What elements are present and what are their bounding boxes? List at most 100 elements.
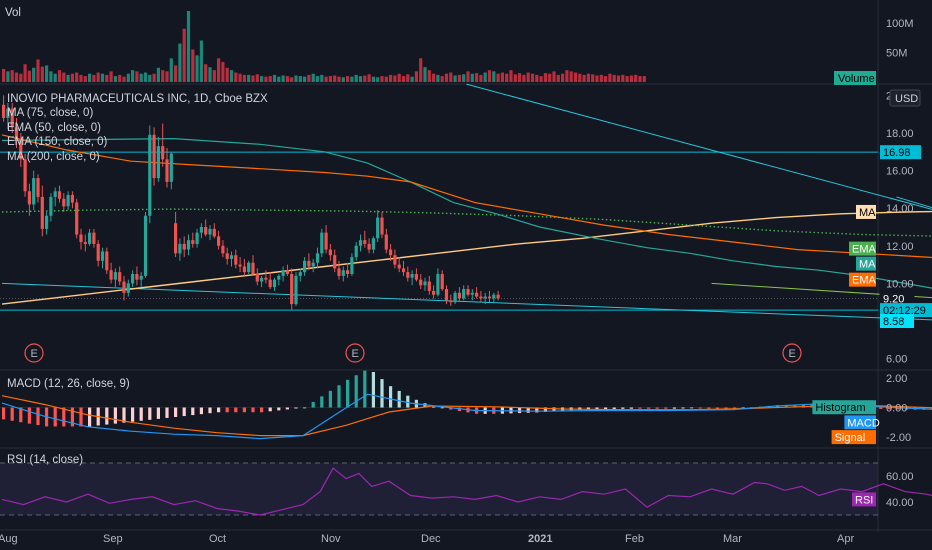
volume-bar [371, 76, 375, 82]
volume-bar [406, 74, 410, 82]
candle-body [496, 294, 500, 299]
volume-bar [333, 75, 337, 82]
volume-bar [634, 74, 638, 82]
volume-bar [432, 73, 436, 82]
symbol-title: INOVIO PHARMACEUTICALS INC, 1D, Cboe BZX [7, 93, 268, 105]
time-tick-label: Feb [625, 533, 644, 545]
volume-bar [14, 72, 19, 82]
macd-histogram-bar [27, 407, 31, 424]
volume-bar [186, 10, 191, 83]
volume-bar [543, 73, 547, 82]
macd-histogram-bar [518, 407, 522, 414]
volume-bar [143, 72, 148, 82]
candle-body [423, 281, 427, 286]
volume-bar [229, 70, 234, 82]
time-tick-label: Sep [103, 533, 123, 545]
candle-body [126, 283, 130, 293]
macd-tag-text: MACD [847, 417, 879, 429]
volume-bar [152, 73, 156, 82]
price-tag-text: EMA [852, 244, 877, 256]
volume-bar [513, 74, 517, 82]
volume-bar [397, 73, 401, 82]
currency-badge: USD [889, 89, 921, 107]
candle-body [178, 243, 182, 254]
candle-body [303, 260, 307, 273]
volume-bar [487, 70, 492, 82]
macd-histogram-bar [285, 407, 289, 410]
volume-bar [100, 73, 105, 82]
volume-bar [530, 73, 535, 82]
macd-histogram-bar [165, 407, 169, 418]
price-chart[interactable]: 100M50MVolumeEEE20.0018.0016.0014.0012.0… [0, 0, 932, 550]
candle-body [229, 255, 234, 259]
volume-bar [440, 76, 444, 82]
volume-bar [27, 70, 31, 82]
candle-body [457, 292, 461, 299]
candle-body [346, 270, 350, 274]
macd-histogram-bar [371, 372, 375, 408]
candle-body [45, 215, 49, 229]
macd-histogram-bar [879, 407, 883, 409]
macd-histogram-bar [148, 407, 152, 420]
macd-tick-label: 2.00 [886, 373, 907, 385]
volume-bar [96, 72, 100, 82]
currency-label: USD [895, 93, 918, 105]
candle-body [57, 191, 62, 199]
macd-histogram-bar [191, 407, 195, 416]
candle-body [92, 232, 96, 244]
volume-bar [212, 70, 216, 82]
volume-bar [182, 28, 186, 82]
volume-tag: Volume [834, 71, 876, 85]
volume-bar [79, 74, 83, 82]
volume-legend: Vol [5, 6, 21, 20]
volume-bar [496, 73, 500, 82]
rsi-band-fill [0, 463, 878, 515]
volume-bar [285, 76, 289, 82]
volume-bar [49, 71, 53, 82]
candle-body [62, 198, 66, 207]
candle-body [432, 290, 436, 295]
candle-body [311, 262, 315, 267]
candle-body [23, 159, 27, 192]
time-tick-label: 2021 [528, 533, 552, 545]
volume-bar [272, 74, 277, 82]
candle-body [113, 272, 117, 280]
indicator-ema150: EMA (150, close, 0) [7, 136, 108, 149]
candle-body [186, 240, 191, 250]
macd-tag: MACD [844, 415, 880, 430]
candle-body [234, 255, 238, 265]
macd-histogram-bar [10, 407, 14, 421]
indicator-ema50: EMA (50, close, 0) [7, 121, 101, 134]
volume-bar [466, 71, 470, 82]
volume-bar [62, 72, 66, 82]
candle-body [341, 270, 345, 276]
volume-bar [118, 74, 122, 82]
volume-bar [10, 70, 14, 82]
volume-title: Vol [5, 7, 21, 19]
macd-histogram-bar [199, 407, 203, 415]
volume-bar [414, 71, 418, 82]
volume-bar [642, 76, 646, 82]
rsi-tick-label: 40.00 [886, 497, 914, 509]
macd-histogram-bar [432, 406, 436, 408]
candle-body [208, 228, 212, 235]
volume-bar [135, 71, 139, 82]
candle-body [272, 279, 277, 288]
volume-bar [105, 74, 109, 82]
candle-body [251, 262, 255, 274]
candle-body [221, 245, 225, 254]
candle-body [32, 178, 36, 205]
volume-bar [453, 75, 457, 82]
candle-body [475, 292, 479, 297]
macd-histogram-bar [647, 407, 651, 409]
candle-body [212, 228, 216, 237]
candle-body [204, 227, 208, 235]
macd-histogram-bar [2, 407, 6, 420]
volume-bar [483, 72, 487, 82]
price-tick-label: 16.00 [886, 166, 914, 178]
candle-body [182, 243, 186, 250]
rsi-tag: RSI [852, 492, 876, 507]
macd-tag: Histogram [812, 400, 876, 415]
volume-bar [92, 74, 96, 82]
candle-body [427, 281, 431, 291]
